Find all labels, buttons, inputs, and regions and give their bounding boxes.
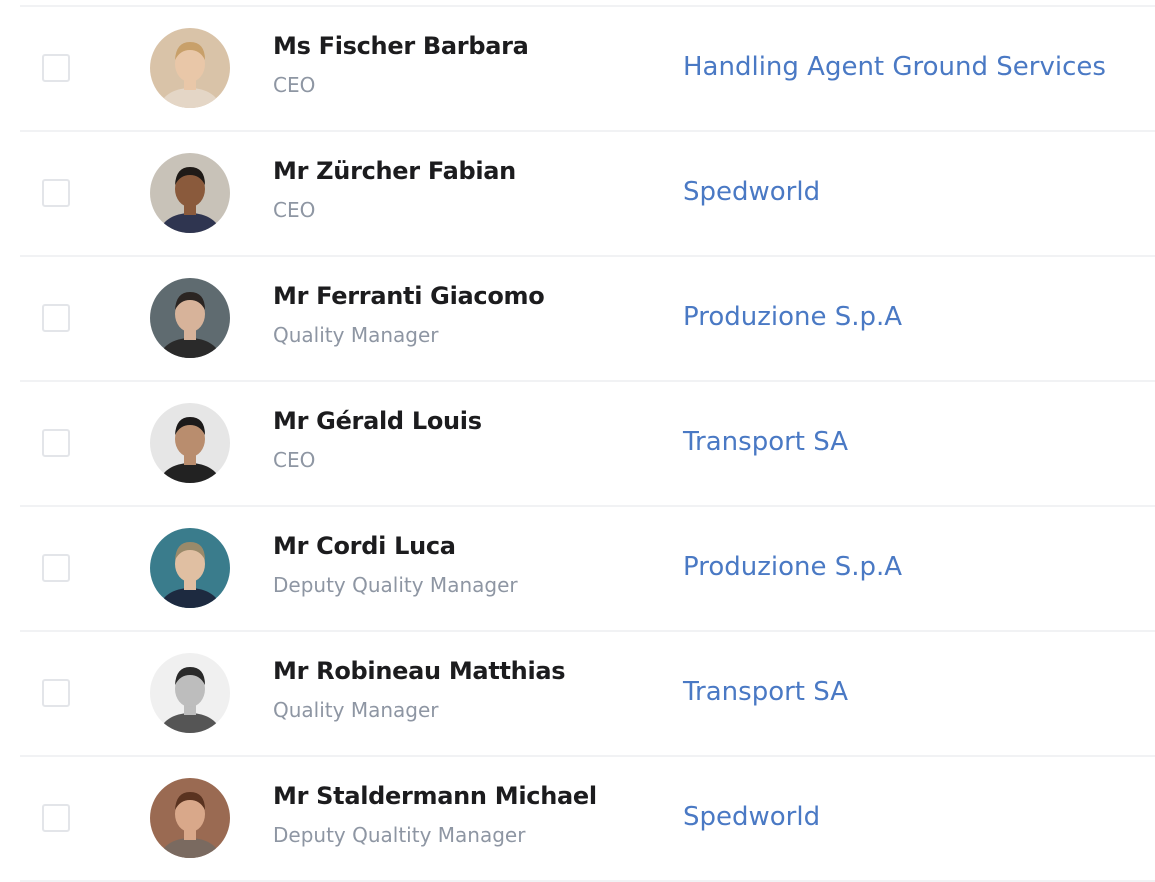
company-link[interactable]: Spedworld [683,802,820,832]
contact-name: Mr Ferranti Giacomo [273,282,545,310]
avatar [150,403,230,483]
contact-row[interactable]: Mr Cordi Luca Deputy Quality Manager Produ… [0,507,1155,632]
avatar-person-icon [150,28,230,108]
row-select-checkbox[interactable] [42,179,70,207]
contact-role: CEO [273,448,316,472]
contact-name: Mr Staldermann Michael [273,782,597,810]
avatar-person-icon [150,278,230,358]
company-link[interactable]: Produzione S.p.A [683,552,902,582]
avatar-person-icon [150,528,230,608]
contact-row[interactable]: Mr Robineau Matthias Quality Manager Trans… [0,632,1155,757]
contact-list: Ms Fischer Barbara CEO Handling Agent Grou… [0,7,1155,882]
row-select-checkbox[interactable] [42,679,70,707]
contact-row[interactable]: Mr Staldermann Michael Deputy Qualtity Ma… [0,757,1155,882]
contact-name: Mr Zürcher Fabian [273,157,516,185]
contact-name: Mr Cordi Luca [273,532,456,560]
row-select-checkbox[interactable] [42,554,70,582]
avatar [150,778,230,858]
contact-name: Mr Robineau Matthias [273,657,566,685]
contact-role: Deputy Quality Manager [273,573,518,597]
avatar [150,153,230,233]
row-select-checkbox[interactable] [42,429,70,457]
row-select-checkbox[interactable] [42,804,70,832]
row-select-checkbox[interactable] [42,304,70,332]
company-link[interactable]: Produzione S.p.A [683,302,902,332]
contact-name: Mr Gérald Louis [273,407,482,435]
avatar-person-icon [150,778,230,858]
contact-role: Quality Manager [273,698,439,722]
contact-row[interactable]: Ms Fischer Barbara CEO Handling Agent Grou… [0,7,1155,132]
contact-row[interactable]: Mr Gérald Louis CEO Transport SA [0,382,1155,507]
company-link[interactable]: Spedworld [683,177,820,207]
avatar [150,528,230,608]
contact-row[interactable]: Mr Ferranti Giacomo Quality Manager Produz… [0,257,1155,382]
avatar [150,28,230,108]
company-link[interactable]: Transport SA [683,677,848,707]
contact-role: Quality Manager [273,323,439,347]
contact-role: Deputy Qualtity Manager [273,823,526,847]
avatar-person-icon [150,403,230,483]
avatar [150,653,230,733]
contact-name: Ms Fischer Barbara [273,32,529,60]
company-link[interactable]: Transport SA [683,427,848,457]
avatar-person-icon [150,653,230,733]
contact-role: CEO [273,198,316,222]
row-select-checkbox[interactable] [42,54,70,82]
avatar-person-icon [150,153,230,233]
contact-row[interactable]: Mr Zürcher Fabian CEO Spedworld [0,132,1155,257]
contact-role: CEO [273,73,316,97]
avatar [150,278,230,358]
company-link[interactable]: Handling Agent Ground Services [683,52,1106,82]
